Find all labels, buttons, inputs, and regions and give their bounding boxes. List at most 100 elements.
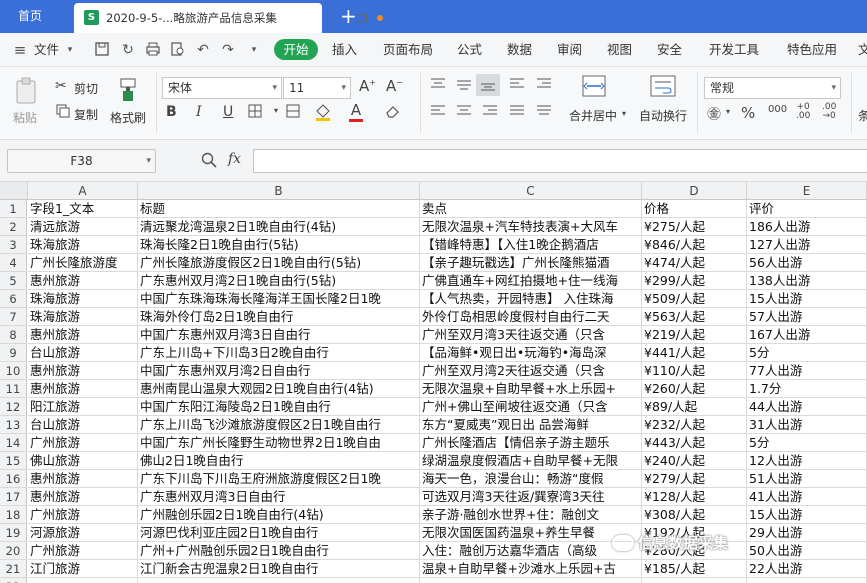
cell-d[interactable]: ¥279/人起 bbox=[642, 470, 747, 488]
cell-e[interactable]: 41人出游 bbox=[747, 488, 867, 506]
row-header[interactable]: 17 bbox=[0, 488, 27, 506]
cell-a[interactable]: 惠州旅游 bbox=[28, 362, 138, 380]
fill-color-icon[interactable] bbox=[314, 103, 332, 124]
cell-e[interactable]: 15人出游 bbox=[747, 506, 867, 524]
cell-d[interactable]: ¥185/人起 bbox=[642, 560, 747, 578]
scissors-icon[interactable]: ✂ bbox=[55, 78, 67, 94]
cell-e[interactable]: 22人出游 bbox=[747, 560, 867, 578]
cell-c[interactable] bbox=[420, 578, 642, 583]
cell-c[interactable]: 东方“夏威夷”观日出 品尝海鲜 bbox=[420, 416, 642, 434]
cell-b[interactable]: 广东下川岛下川岛王府洲旅游度假区2日1晚 bbox=[138, 470, 420, 488]
cell-d[interactable]: ¥308/人起 bbox=[642, 506, 747, 524]
chevron-down-icon[interactable]: ▾ bbox=[622, 109, 626, 118]
row-header[interactable]: 5 bbox=[0, 272, 27, 290]
row-header[interactable]: 16 bbox=[0, 470, 27, 488]
cell-a[interactable]: 阳江旅游 bbox=[28, 398, 138, 416]
cell-d[interactable]: ¥232/人起 bbox=[642, 416, 747, 434]
row-header[interactable]: 21 bbox=[0, 560, 27, 578]
align-top-icon[interactable] bbox=[430, 77, 446, 94]
cell-e[interactable]: 29人出游 bbox=[747, 524, 867, 542]
cell-b[interactable]: 广东惠州双月湾3日自由行 bbox=[138, 488, 420, 506]
copy-icon[interactable] bbox=[56, 104, 70, 121]
cell-a[interactable]: 珠海旅游 bbox=[28, 236, 138, 254]
cell-c[interactable]: 卖点 bbox=[420, 200, 642, 218]
print-icon[interactable] bbox=[145, 42, 161, 58]
percent-icon[interactable]: % bbox=[741, 104, 755, 122]
cell-a[interactable]: 广州旅游 bbox=[28, 506, 138, 524]
cell-b[interactable]: 河源巴伐利亚庄园2日1晚自由行 bbox=[138, 524, 420, 542]
underline-icon[interactable]: U bbox=[223, 104, 233, 120]
decrease-decimal-icon[interactable]: .00 →0 bbox=[822, 103, 836, 121]
cell-c[interactable]: 入住：融创万达嘉华酒店（高级 bbox=[420, 542, 642, 560]
cell-e[interactable]: 5分 bbox=[747, 434, 867, 452]
cell-e[interactable]: 138人出游 bbox=[747, 272, 867, 290]
cell-b[interactable]: 广州+广州融创乐园2日1晚自由行 bbox=[138, 542, 420, 560]
cell-e[interactable]: 12人出游 bbox=[747, 452, 867, 470]
document-tab[interactable]: S 2020-9-5-...略旅游产品信息采集 bbox=[74, 3, 383, 33]
cell-a[interactable]: 江门旅游 bbox=[28, 560, 138, 578]
cell-b[interactable]: 中国广东惠州双月湾3日自由行 bbox=[138, 326, 420, 344]
cell-c[interactable]: 无限次国医国药温泉+养生早餐 bbox=[420, 524, 642, 542]
cell-e[interactable]: 15人出游 bbox=[747, 290, 867, 308]
wrap-text-icon[interactable] bbox=[650, 75, 676, 100]
cell-e[interactable]: 51人出游 bbox=[747, 470, 867, 488]
cell-b[interactable]: 广东上川岛飞沙滩旅游度假区2日1晚自由行 bbox=[138, 416, 420, 434]
cell-b[interactable]: 广州长隆旅游度假区2日1晚自由行(5钻) bbox=[138, 254, 420, 272]
menu-start-tab[interactable]: 开始 bbox=[274, 39, 318, 60]
cell-e[interactable]: 44人出游 bbox=[747, 398, 867, 416]
merge-cells-icon[interactable] bbox=[286, 104, 300, 121]
column-header-d[interactable]: D bbox=[642, 182, 747, 200]
format-painter-icon[interactable] bbox=[117, 77, 139, 103]
borders-icon[interactable] bbox=[248, 104, 262, 121]
format-painter-label[interactable]: 格式刷 bbox=[110, 109, 146, 126]
cell-a[interactable]: 清远旅游 bbox=[28, 218, 138, 236]
paste-icon[interactable] bbox=[13, 77, 39, 105]
select-all-corner[interactable] bbox=[0, 182, 28, 200]
cell-d[interactable] bbox=[642, 578, 747, 583]
cell-d[interactable]: ¥275/人起 bbox=[642, 218, 747, 236]
decrease-font-icon[interactable]: A− bbox=[386, 77, 403, 95]
redo-icon[interactable]: ↷ bbox=[220, 42, 236, 58]
font-color-icon[interactable]: A bbox=[349, 103, 363, 122]
cell-b[interactable]: 惠州南昆山温泉大观园2日1晚自由行(4钻) bbox=[138, 380, 420, 398]
new-tab-plus-icon[interactable]: + bbox=[340, 4, 357, 28]
monitor-icon[interactable] bbox=[357, 14, 367, 22]
cell-c[interactable]: 广佛直通车+网红拍摄地+住一线海 bbox=[420, 272, 642, 290]
cell-b[interactable] bbox=[138, 578, 420, 583]
fx-icon[interactable]: fx bbox=[228, 151, 241, 167]
font-size-select[interactable]: 11 ▾ bbox=[283, 77, 351, 99]
row-header[interactable]: 7 bbox=[0, 308, 27, 326]
cell-b[interactable]: 中国广东珠海珠海长隆海洋王国长隆2日1晚 bbox=[138, 290, 420, 308]
cell-b[interactable]: 中国广东广州长隆野生动物世界2日1晚自由 bbox=[138, 434, 420, 452]
row-header[interactable]: 8 bbox=[0, 326, 27, 344]
cell-a[interactable]: 广州旅游 bbox=[28, 434, 138, 452]
cell-e[interactable]: 127人出游 bbox=[747, 236, 867, 254]
align-right-icon[interactable] bbox=[482, 104, 498, 121]
align-center-icon[interactable] bbox=[456, 104, 472, 121]
menu-review[interactable]: 审阅 bbox=[557, 33, 582, 66]
menu-view[interactable]: 视图 bbox=[607, 33, 632, 66]
menu-security[interactable]: 安全 bbox=[657, 33, 682, 66]
cell-a[interactable]: 河源旅游 bbox=[28, 524, 138, 542]
align-left-icon[interactable] bbox=[430, 104, 446, 121]
cell-a[interactable]: 惠州旅游 bbox=[28, 326, 138, 344]
row-header[interactable]: 14 bbox=[0, 434, 27, 452]
cell-b[interactable]: 广东上川岛+下川岛3日2晚自由行 bbox=[138, 344, 420, 362]
column-header-a[interactable]: A bbox=[28, 182, 138, 200]
cell-a[interactable]: 台山旅游 bbox=[28, 416, 138, 434]
cell-e[interactable] bbox=[747, 578, 867, 583]
cell-b[interactable]: 珠海外伶仃岛2日1晚自由行 bbox=[138, 308, 420, 326]
cell-a[interactable]: 惠州旅游 bbox=[28, 488, 138, 506]
cell-c[interactable]: 广州长隆酒店【情侣亲子游主题乐 bbox=[420, 434, 642, 452]
cell-c[interactable]: 广州至双月湾3天往返交通（只含 bbox=[420, 326, 642, 344]
home-tab[interactable]: 首页 bbox=[0, 0, 72, 33]
chevron-down-icon[interactable]: ▾ bbox=[274, 106, 278, 115]
thousands-separator-icon[interactable]: 000 bbox=[768, 105, 787, 115]
increase-font-icon[interactable]: A+ bbox=[359, 77, 376, 95]
font-name-select[interactable]: 宋体 ▾ bbox=[162, 77, 282, 99]
quick-access-chevron-icon[interactable]: ▾ bbox=[246, 42, 262, 58]
distributed-align-icon[interactable] bbox=[536, 104, 552, 121]
cell-d[interactable]: ¥441/人起 bbox=[642, 344, 747, 362]
cell-c[interactable]: 温泉+自助早餐+沙滩水上乐园+古 bbox=[420, 560, 642, 578]
align-middle-icon[interactable] bbox=[456, 77, 472, 94]
